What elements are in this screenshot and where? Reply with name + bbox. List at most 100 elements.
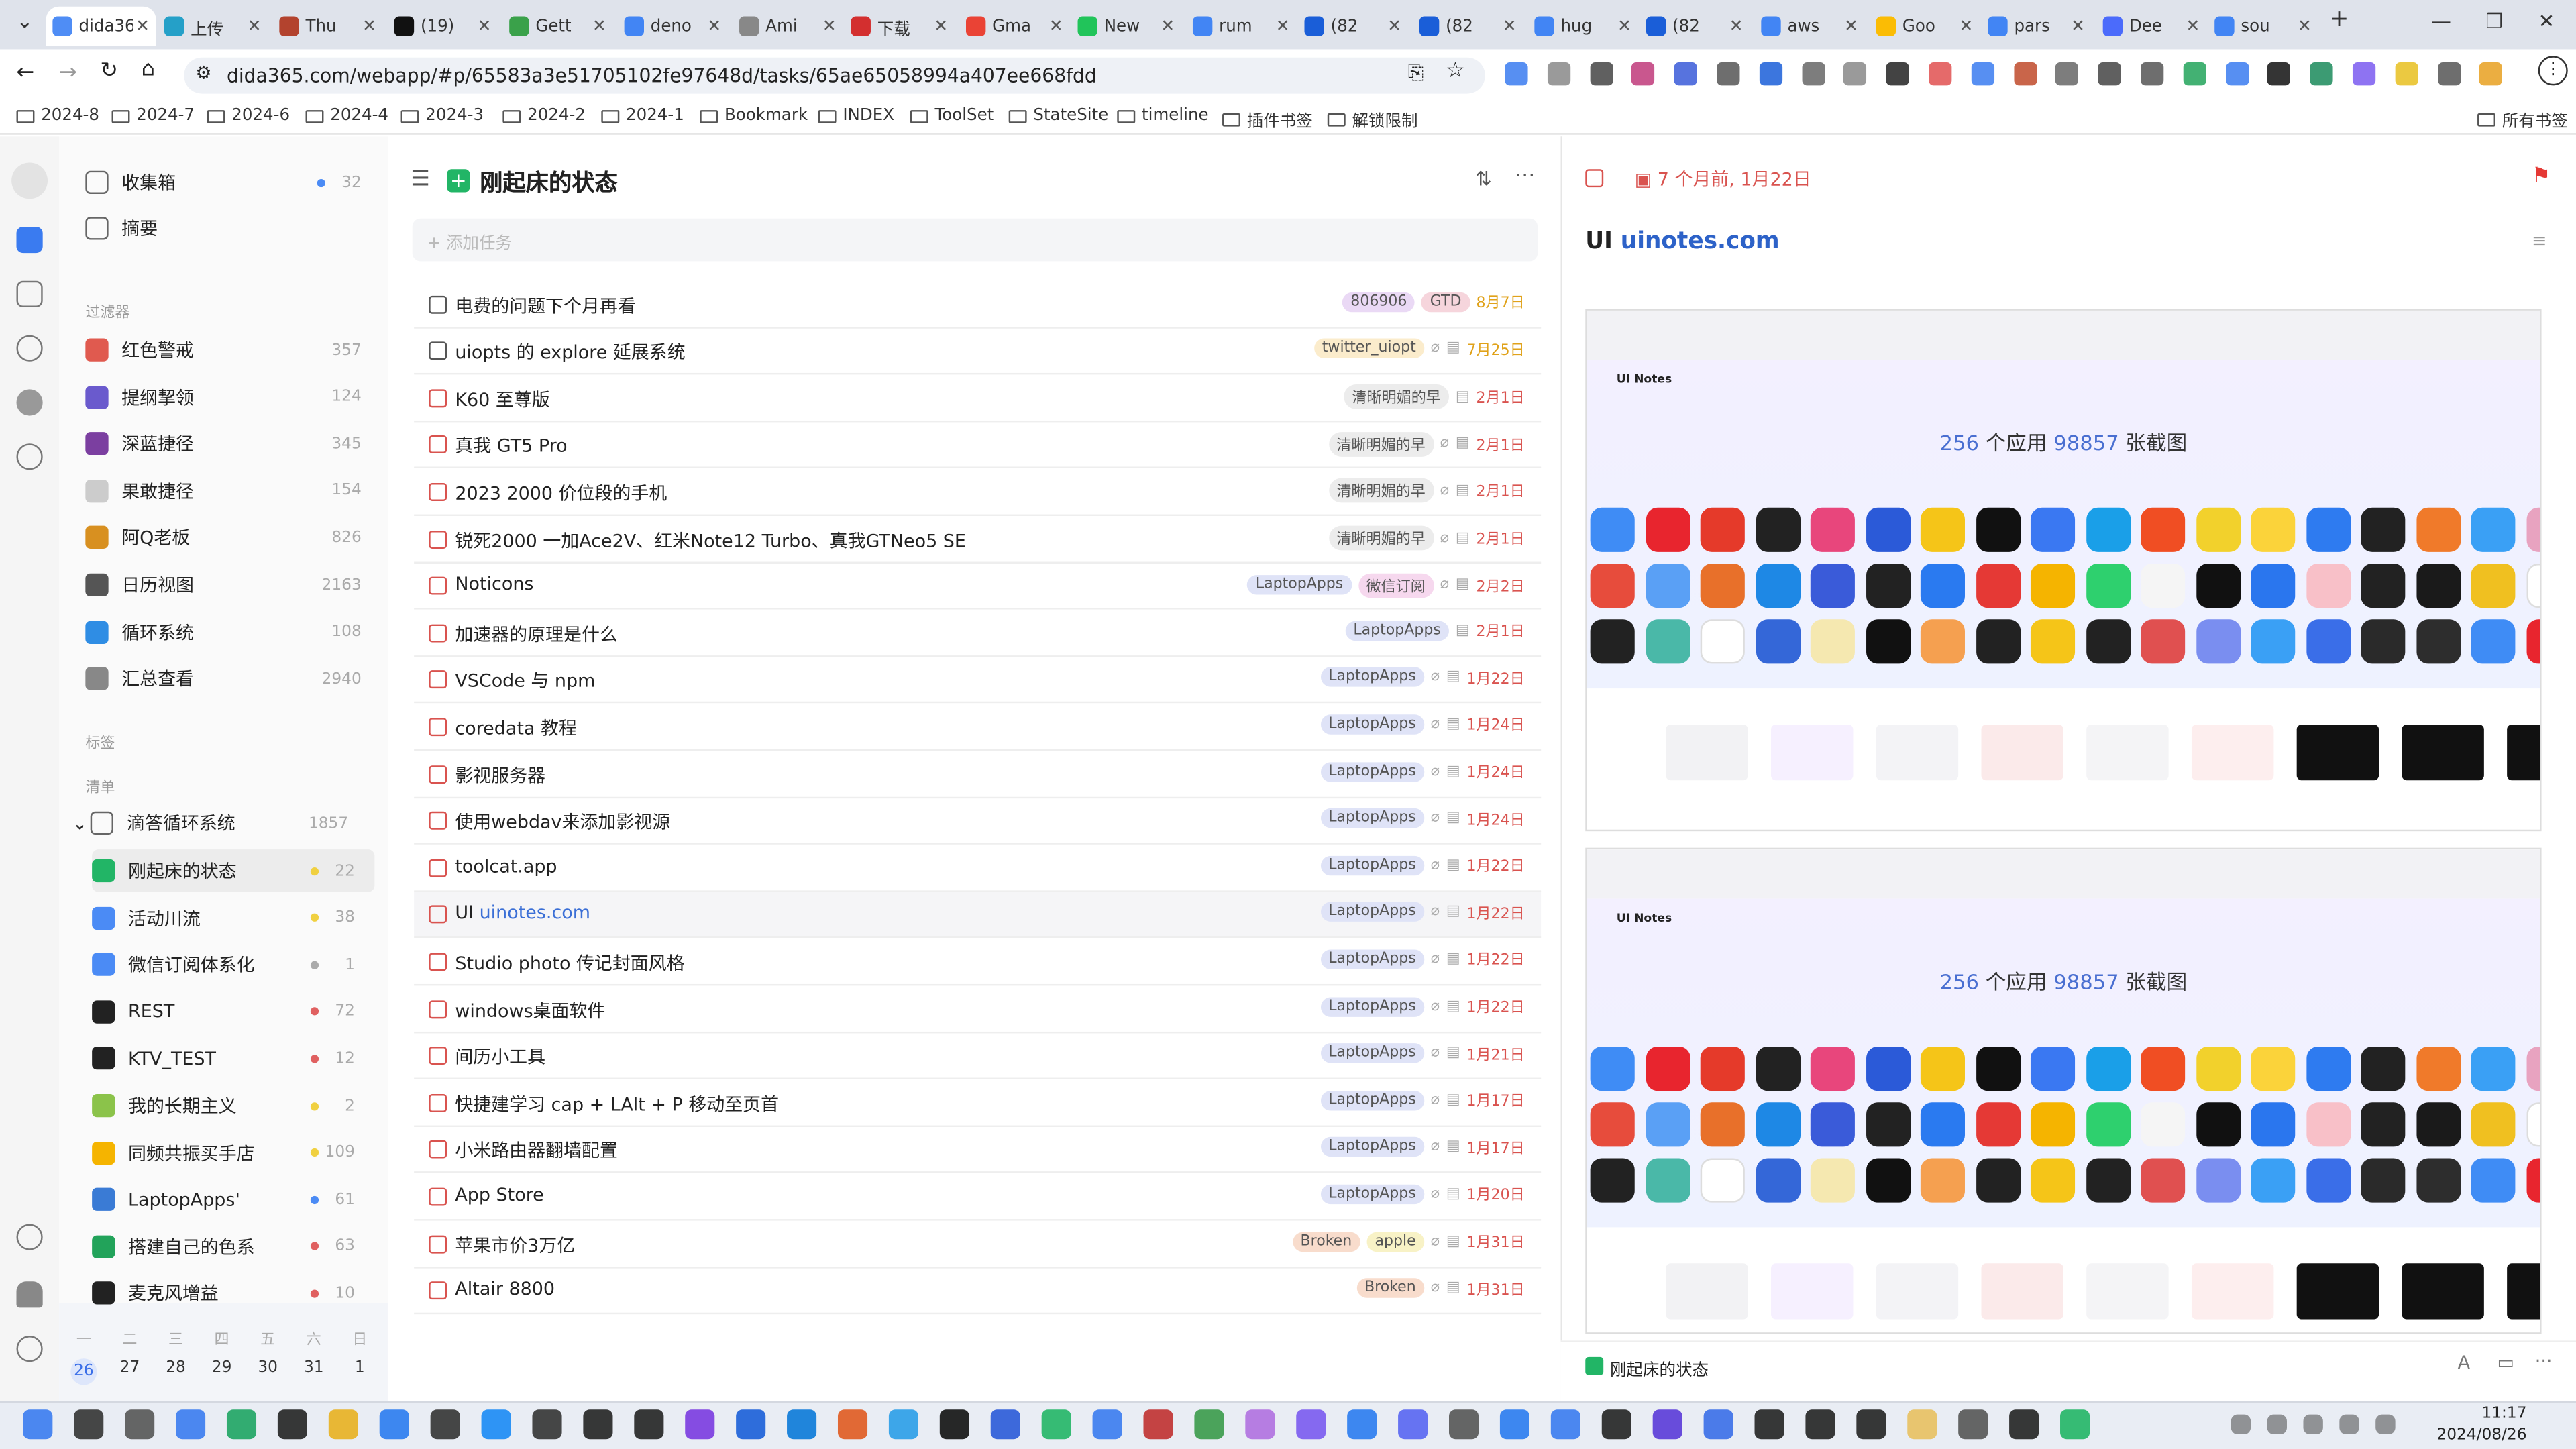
extension-icon[interactable]	[1505, 62, 1528, 86]
task-title[interactable]: windows桌面软件	[455, 996, 605, 1022]
all-bookmarks[interactable]: 所有书签	[2477, 107, 2568, 131]
task-row[interactable]: Noticons LaptopApps 微信订阅 ⌀ ▤ 2月2日	[414, 563, 1542, 610]
task-title[interactable]: 小米路由器翻墙配置	[455, 1137, 617, 1163]
task-tag[interactable]: LaptopApps	[1320, 761, 1424, 782]
tab-close-icon[interactable]: ✕	[1960, 17, 1974, 36]
task-tag[interactable]: LaptopApps	[1320, 902, 1424, 922]
tray-icon[interactable]	[2339, 1414, 2359, 1434]
task-checkbox[interactable]	[429, 1140, 447, 1159]
taskbar-app-icon[interactable]	[939, 1409, 969, 1440]
browser-tab[interactable]: (19) ✕	[388, 7, 498, 46]
maximize-icon[interactable]: ❐	[2485, 10, 2503, 33]
taskbar-app-icon[interactable]	[1907, 1409, 1937, 1440]
help-icon[interactable]	[16, 1336, 43, 1362]
tab-close-icon[interactable]: ✕	[2186, 17, 2200, 36]
task-tag[interactable]: Broken	[1356, 1278, 1424, 1298]
task-checkbox[interactable]	[429, 576, 447, 595]
tab-close-icon[interactable]: ✕	[2298, 17, 2312, 36]
task-row[interactable]: UI uinotes.com LaptopApps ⌀ ▤ 1月22日	[414, 892, 1542, 939]
task-row[interactable]: App Store LaptopApps ⌀ ▤ 1月20日	[414, 1174, 1542, 1221]
task-tag[interactable]: LaptopApps	[1320, 1090, 1424, 1110]
extension-icon[interactable]	[1843, 62, 1867, 86]
taskbar-app-icon[interactable]	[1652, 1409, 1682, 1440]
task-tag[interactable]: LaptopApps	[1320, 1137, 1424, 1157]
task-checkbox[interactable]	[429, 859, 447, 877]
task-tag[interactable]: LaptopApps	[1320, 1184, 1424, 1204]
task-checkbox[interactable]	[429, 294, 447, 313]
sidebar-item[interactable]: 同频共振买手店 109	[92, 1131, 374, 1174]
habit-icon[interactable]	[16, 389, 43, 416]
taskbar-app-icon[interactable]	[1601, 1409, 1631, 1440]
tray-icon[interactable]	[2267, 1414, 2287, 1434]
due-date[interactable]: ▣ 7 个月前, 1月22日	[1635, 166, 1811, 192]
lists-header[interactable]: 清单	[85, 775, 115, 796]
task-title[interactable]: K60 至尊版	[455, 386, 549, 412]
task-title[interactable]: toolcat.app	[455, 855, 557, 877]
minimize-icon[interactable]: —	[2431, 10, 2451, 33]
calendar-day[interactable]: 28	[162, 1358, 189, 1377]
taskbar-app-icon[interactable]	[481, 1409, 511, 1440]
task-row[interactable]: 小米路由器翻墙配置 LaptopApps ⌀ ▤ 1月17日	[414, 1127, 1542, 1174]
browser-tab[interactable]: Thu ✕	[273, 7, 383, 46]
task-tag[interactable]: twitter_uiopt	[1313, 338, 1424, 359]
tray-icon[interactable]	[2375, 1414, 2396, 1434]
tab-search-icon[interactable]: ⌄	[16, 10, 33, 33]
taskbar-app-icon[interactable]	[430, 1409, 460, 1440]
task-checkbox[interactable]	[429, 812, 447, 830]
sort-icon[interactable]: ⇅	[1475, 168, 1492, 191]
close-window-icon[interactable]: ✕	[2538, 10, 2555, 33]
taskbar-app-icon[interactable]	[1550, 1409, 1580, 1440]
detail-title-link[interactable]: uinotes.com	[1621, 228, 1780, 254]
taskbar-app-icon[interactable]	[1398, 1409, 1428, 1440]
site-info-icon[interactable]: ⚙	[195, 62, 211, 84]
bookmark-folder[interactable]: StateSite	[1008, 107, 1108, 125]
task-row[interactable]: 加速器的原理是什么 LaptopApps ▤ 2月1日	[414, 610, 1542, 657]
extension-icon[interactable]	[2437, 62, 2461, 86]
taskbar-app-icon[interactable]	[1092, 1409, 1122, 1440]
task-tag[interactable]: Broken	[1292, 1231, 1360, 1251]
browser-tab[interactable]: Goo ✕	[1870, 7, 1980, 46]
extension-icon[interactable]	[1759, 62, 1782, 86]
task-row[interactable]: Studio photo 传记封面风格 LaptopApps ⌀ ▤ 1月22日	[414, 938, 1542, 986]
taskbar-app-icon[interactable]	[1143, 1409, 1173, 1440]
sidebar-item[interactable]: 微信订阅体系化 1	[92, 943, 374, 986]
extension-icon[interactable]	[2098, 62, 2122, 86]
bookmark-folder[interactable]: ToolSet	[910, 107, 994, 125]
detail-more-icon[interactable]: ···	[2535, 1350, 2553, 1372]
taskbar-app-icon[interactable]	[1703, 1409, 1733, 1440]
reload-icon[interactable]: ↻	[100, 59, 118, 84]
task-title[interactable]: Studio photo 传记封面风格	[455, 949, 684, 975]
task-title[interactable]: 苹果市价3万亿	[455, 1232, 575, 1258]
browser-tab[interactable]: deno ✕	[618, 7, 728, 46]
task-tag[interactable]: 清晰明媚的早	[1328, 478, 1434, 504]
tab-close-icon[interactable]: ✕	[478, 17, 492, 36]
sidebar-item[interactable]: 果敢捷径 154	[85, 470, 381, 513]
task-checkbox[interactable]	[429, 717, 447, 736]
extension-icon[interactable]	[2055, 62, 2079, 86]
tab-close-icon[interactable]: ✕	[248, 17, 262, 36]
task-tag[interactable]: LaptopApps	[1320, 714, 1424, 735]
tab-close-icon[interactable]: ✕	[708, 17, 722, 36]
task-row[interactable]: toolcat.app LaptopApps ⌀ ▤ 1月22日	[414, 845, 1542, 892]
taskbar-app-icon[interactable]	[1449, 1409, 1479, 1440]
add-task-input[interactable]	[412, 218, 1538, 262]
task-tag[interactable]: 微信订阅	[1358, 572, 1434, 598]
task-row[interactable]: VSCode 与 npm LaptopApps ⌀ ▤ 1月22日	[414, 657, 1542, 704]
browser-tab[interactable]: Gett ✕	[502, 7, 612, 46]
task-title[interactable]: Noticons	[455, 574, 533, 595]
taskbar-app-icon[interactable]	[736, 1409, 766, 1440]
system-clock[interactable]: 11:17 2024/08/26	[2436, 1403, 2526, 1446]
sidebar-item[interactable]: 搭建自己的色系 63	[92, 1225, 374, 1268]
attached-screenshot-2[interactable]: UI Notes 256 个应用 98857 张截图	[1585, 847, 2542, 1334]
extension-icon[interactable]	[2183, 62, 2206, 86]
taskbar-app-icon[interactable]	[1754, 1409, 1784, 1440]
bookmark-folder[interactable]: 2024-8	[16, 107, 99, 125]
folder-item[interactable]: ⌄ 滴答循环系统 1857	[72, 802, 368, 845]
taskbar-app-icon[interactable]	[1499, 1409, 1530, 1440]
task-title[interactable]: App Store	[455, 1184, 543, 1205]
task-row[interactable]: 锐死2000 一加Ace2V、红米Note12 Turbo、真我GTNeo5 S…	[414, 516, 1542, 564]
extension-icon[interactable]	[1886, 62, 1910, 86]
task-title[interactable]: coredata 教程	[455, 714, 576, 741]
browser-tab[interactable]: 下载 ✕	[845, 7, 955, 46]
task-tag[interactable]: 806906	[1342, 291, 1415, 312]
